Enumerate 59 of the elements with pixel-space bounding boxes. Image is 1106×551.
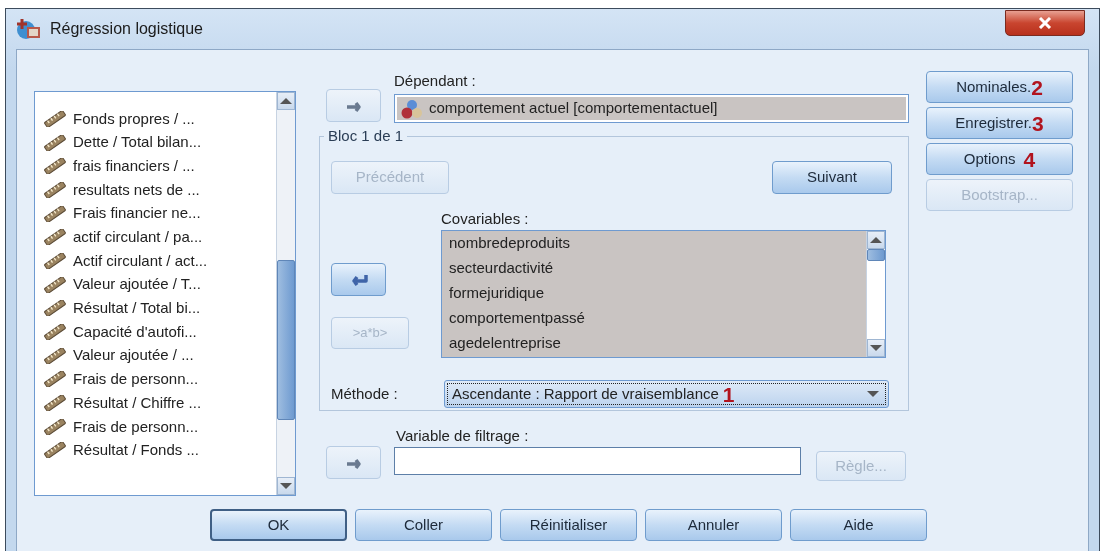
scrollbar-thumb[interactable] [867,249,885,261]
annotation-number: 2 [1031,76,1043,98]
scrollbar-thumb[interactable] [277,260,295,420]
annotation-number: 3 [1032,112,1044,134]
dialog-button[interactable]: Annuler [645,509,782,541]
window-title: Régression logistique [50,19,203,39]
covariates-list[interactable]: nombredeproduits secteurdactivité formejuridique comportementpassé agedelentreprise [441,230,886,358]
variable-item[interactable]: Dette / Total bilan... [35,130,276,155]
annotation-number: 4 [1023,148,1036,170]
move-button[interactable] [331,263,386,296]
method-label: Méthode : [331,383,399,404]
side-button[interactable]: Options 4 [926,143,1073,175]
method-value: Ascendante : Rapport de vraisemblance [452,383,719,404]
filter-field[interactable] [394,447,801,475]
covariate-item[interactable]: secteurdactivité [442,256,866,281]
variable-list[interactable] [34,91,296,496]
app-icon [16,17,42,41]
covariate-item[interactable]: nombredeproduits [442,231,866,256]
scroll-down-icon[interactable] [280,483,292,489]
variable-item[interactable]: Fonds propres / ... [35,107,276,131]
variable-item[interactable]: Résultat / Total bi... [35,296,276,321]
dialog-button[interactable]: OK [210,509,347,541]
variable-item[interactable]: Frais de personn... [35,414,276,439]
scrollbar[interactable] [866,231,885,357]
variable-item[interactable]: Frais de personn... [35,367,276,392]
scroll-down-icon[interactable] [870,345,882,351]
nominal-icon [401,98,423,119]
next-button[interactable]: Suivant [772,161,892,194]
variable-item[interactable]: actif circulant / pa... [35,225,276,250]
side-button[interactable]: Enregistrer.3 [926,107,1073,139]
variable-item[interactable]: frais financiers / ... [35,154,276,179]
variable-item[interactable]: Actif circulant / act... [35,249,276,273]
side-button[interactable]: Nominales.2 [926,71,1073,103]
dialog-button[interactable]: Aide [790,509,927,541]
variable-item[interactable]: resultats nets de ... [35,178,276,202]
variable-item[interactable]: Valeur ajoutée / ... [35,343,276,368]
dependent-value: comportement actuel [comportementactuel] [429,98,718,119]
dialog-button[interactable]: Coller [355,509,492,541]
caret-icon [867,391,879,397]
variable-item[interactable]: Capacité d'autofi... [35,320,276,344]
covariates-label: Covariables : [441,209,530,229]
annotation-number: 1 [722,383,735,405]
dependent-label: Dépendant : [394,71,477,90]
scrollbar[interactable] [276,92,295,495]
covariate-item[interactable]: comportementpassé [442,306,866,331]
method-dropdown[interactable]: Ascendante : Rapport de vraisemblance 1 [444,380,889,408]
close-button[interactable] [1005,10,1085,36]
variable-item[interactable]: Résultat / Chiffre ... [35,391,276,415]
covariate-item[interactable]: formejuridique [442,281,866,306]
close-icon [1038,17,1052,29]
variable-item[interactable]: Valeur ajoutée / T... [35,272,276,297]
covariate-item[interactable]: agedelentreprise [442,331,866,356]
variable-item[interactable]: Frais financier ne... [35,201,276,226]
variable-item[interactable]: Résultat / Fonds ... [35,438,276,463]
dependent-field[interactable]: comportement actuel [comportementactuel] [394,94,909,123]
scroll-up-icon[interactable] [280,98,292,104]
dialog-button[interactable]: Réinitialiser [500,509,637,541]
scroll-up-icon[interactable] [870,237,882,243]
filter-label: Variable de filtrage : [395,426,530,446]
